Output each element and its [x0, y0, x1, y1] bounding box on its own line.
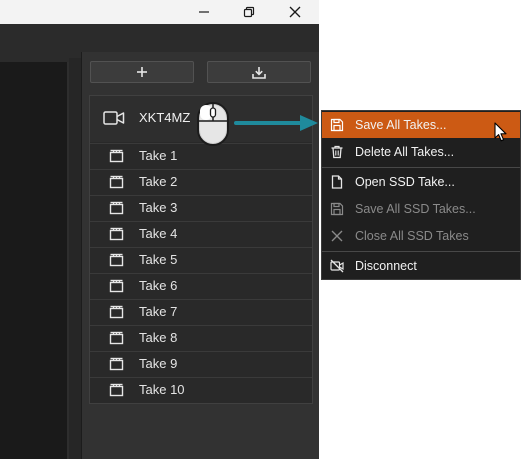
- close-button[interactable]: [272, 0, 318, 24]
- take-label: Take 3: [139, 200, 178, 215]
- menu-item-label: Open SSD Take...: [355, 175, 455, 189]
- menu-item-disconnect[interactable]: Disconnect: [322, 253, 520, 279]
- minimize-button[interactable]: [181, 0, 227, 24]
- camera-off-icon: [330, 259, 344, 273]
- clapperboard-icon: [109, 383, 124, 397]
- take-label: Take 1: [139, 148, 178, 163]
- close-icon: [289, 6, 301, 18]
- menu-separator: [322, 251, 520, 252]
- take-label: Take 8: [139, 330, 178, 345]
- menu-item-save-all-takes[interactable]: Save All Takes...: [322, 112, 520, 138]
- import-button[interactable]: [207, 61, 311, 83]
- preview-area: [0, 62, 67, 459]
- pointer-arrow: [234, 115, 318, 131]
- save-icon: [330, 118, 344, 132]
- menu-item-close-all-ssd-takes[interactable]: Close All SSD Takes: [322, 223, 520, 249]
- clapperboard-icon: [109, 331, 124, 345]
- trash-icon: [331, 145, 343, 159]
- clapperboard-icon: [109, 305, 124, 319]
- menu-separator: [322, 167, 520, 168]
- device-label: XKT4MZ: [139, 110, 191, 125]
- download-icon: [252, 66, 266, 79]
- clapperboard-icon: [109, 201, 124, 215]
- take-label: Take 6: [139, 278, 178, 293]
- plus-icon: [137, 67, 147, 77]
- take-label: Take 7: [139, 304, 178, 319]
- title-bar: [0, 0, 319, 24]
- menu-item-label: Close All SSD Takes: [355, 229, 469, 243]
- splitter[interactable]: [69, 58, 81, 459]
- menu-item-save-all-ssd-takes[interactable]: Save All SSD Takes...: [322, 196, 520, 222]
- menu-item-label: Save All SSD Takes...: [355, 202, 476, 216]
- clapperboard-icon: [109, 253, 124, 267]
- cursor-icon: [494, 122, 507, 142]
- clapperboard-icon: [109, 227, 124, 241]
- save-icon: [330, 202, 344, 216]
- mouse-icon: [197, 102, 229, 146]
- menu-item-label: Save All Takes...: [355, 118, 447, 132]
- close-icon: [331, 230, 343, 242]
- take-label: Take 5: [139, 252, 178, 267]
- clapperboard-icon: [109, 357, 124, 371]
- clapperboard-icon: [109, 175, 124, 189]
- clapperboard-icon: [109, 279, 124, 293]
- clapperboard-icon: [109, 149, 124, 163]
- menu-item-delete-all-takes[interactable]: Delete All Takes...: [322, 139, 520, 165]
- camera-icon: [103, 111, 125, 125]
- minimize-icon: [199, 11, 209, 13]
- menu-item-open-ssd-take[interactable]: Open SSD Take...: [322, 169, 520, 195]
- take-label: Take 4: [139, 226, 178, 241]
- file-icon: [331, 175, 343, 189]
- take-label: Take 10: [139, 382, 185, 397]
- menu-item-label: Disconnect: [355, 259, 417, 273]
- add-button[interactable]: [90, 61, 194, 83]
- take-label: Take 2: [139, 174, 178, 189]
- menu-item-label: Delete All Takes...: [355, 145, 455, 159]
- restore-icon: [243, 6, 255, 18]
- take-label: Take 9: [139, 356, 178, 371]
- maximize-button[interactable]: [226, 0, 272, 24]
